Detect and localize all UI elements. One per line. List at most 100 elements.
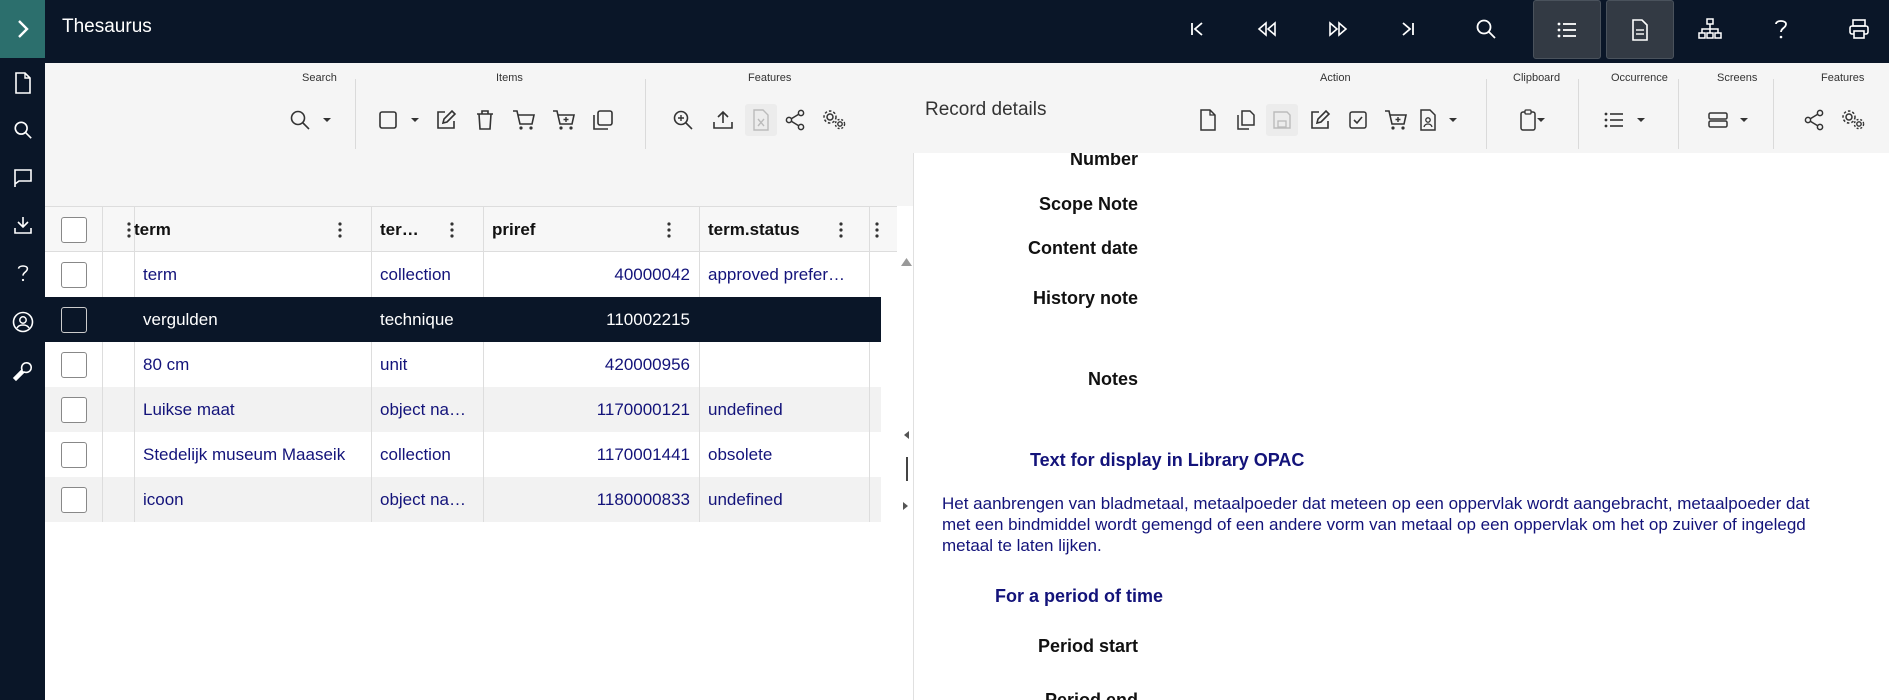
splitter-grip[interactable]: [906, 457, 908, 481]
chevron-down-icon[interactable]: [1536, 115, 1546, 125]
table-row-selected[interactable]: vergulden technique 110002215: [45, 297, 881, 342]
print-button[interactable]: [1837, 7, 1881, 51]
scroll-up-icon[interactable]: [900, 256, 913, 268]
previous-page-icon: [1257, 21, 1276, 37]
column-header-label: term: [134, 219, 171, 239]
last-record-button[interactable]: [1386, 7, 1430, 51]
record-report-button[interactable]: [1412, 104, 1444, 136]
chevron-down-icon[interactable]: [322, 115, 332, 125]
column-header-term-status[interactable]: term.status: [700, 207, 870, 252]
column-menu-icon[interactable]: [875, 221, 879, 239]
cell-term-type: collection: [372, 252, 484, 297]
rail-search-button[interactable]: [0, 110, 45, 150]
save-record-button[interactable]: [1266, 104, 1298, 136]
column-menu-icon[interactable]: [667, 221, 671, 239]
chevron-down-icon[interactable]: [1739, 115, 1749, 125]
screens-button[interactable]: [1702, 104, 1734, 136]
label-notes: Notes: [1087, 369, 1138, 389]
zoom-button[interactable]: [667, 104, 699, 136]
share-button[interactable]: [779, 104, 811, 136]
rail-help-button[interactable]: [0, 253, 45, 293]
next-page-button[interactable]: [1316, 7, 1360, 51]
select-all-button[interactable]: [372, 104, 404, 136]
column-header-term[interactable]: term: [134, 207, 372, 252]
rail-flag-button[interactable]: [0, 158, 45, 198]
label-number: Number: [1069, 153, 1138, 169]
row-checkbox[interactable]: [60, 261, 87, 288]
rail-settings-button[interactable]: [0, 351, 45, 391]
rail-account-button[interactable]: [0, 302, 45, 342]
table-row[interactable]: term collection 40000042 approved prefer…: [45, 252, 881, 297]
table-row[interactable]: Stedelijk museum Maaseik collection 1170…: [45, 432, 881, 477]
row-checkbox[interactable]: [60, 486, 87, 513]
rail-documents-button[interactable]: [0, 63, 45, 103]
row-checkbox[interactable]: [60, 351, 87, 378]
row-checkbox[interactable]: [60, 441, 87, 468]
list-view-button[interactable]: [1533, 0, 1601, 59]
search-icon: [1476, 19, 1496, 39]
cell-term-status: undefined: [700, 387, 870, 432]
flag-icon: [13, 169, 32, 187]
column-menu-icon[interactable]: [127, 221, 131, 239]
settings-button[interactable]: [819, 104, 851, 136]
edit-button[interactable]: [430, 104, 462, 136]
column-header-term-type[interactable]: ter…: [372, 207, 484, 252]
cart-plus-icon: [1385, 110, 1407, 130]
record-share-button[interactable]: [1798, 104, 1830, 136]
row-checkbox[interactable]: [60, 396, 87, 423]
delete-button[interactable]: [469, 104, 501, 136]
search-button[interactable]: [1464, 7, 1508, 51]
hierarchy-button[interactable]: [1688, 7, 1732, 51]
copy-button[interactable]: [587, 104, 619, 136]
record-settings-button[interactable]: [1838, 104, 1870, 136]
edit-record-button[interactable]: [1304, 104, 1336, 136]
table-row[interactable]: Luikse maat object na… 1170000121 undefi…: [45, 387, 881, 432]
column-header-label: ter…: [380, 219, 419, 239]
cell-priref: 110002215: [484, 297, 700, 342]
add-to-cart-button[interactable]: [508, 104, 540, 136]
export-button[interactable]: [707, 104, 739, 136]
table-row[interactable]: icoon object na… 1180000833 undefined: [45, 477, 881, 522]
excel-file-icon: [753, 109, 769, 131]
hierarchy-icon: [1698, 18, 1722, 39]
chevron-right-icon: [17, 20, 29, 38]
collapse-right-icon[interactable]: [902, 501, 910, 511]
table-row[interactable]: 80 cm unit 420000956: [45, 342, 881, 387]
expand-menu-button[interactable]: [0, 0, 45, 58]
help-icon: [1775, 20, 1787, 39]
previous-page-button[interactable]: [1245, 7, 1289, 51]
record-cart-button[interactable]: [1380, 104, 1412, 136]
row-handle-cell: [103, 477, 135, 522]
last-record-icon: [1402, 22, 1414, 36]
help-button[interactable]: [1759, 7, 1803, 51]
document-icon: [14, 72, 31, 94]
column-header-priref[interactable]: priref: [484, 207, 700, 252]
new-record-button[interactable]: [1192, 104, 1224, 136]
duplicate-record-button[interactable]: [1230, 104, 1262, 136]
collapse-left-icon[interactable]: [902, 430, 910, 440]
group-label-occurrence: Occurrence: [1611, 72, 1668, 84]
column-menu-icon[interactable]: [450, 221, 454, 239]
chevron-down-icon[interactable]: [410, 115, 420, 125]
search-menu-button[interactable]: [284, 104, 316, 136]
excel-export-button[interactable]: [745, 104, 777, 136]
column-menu-icon[interactable]: [839, 221, 843, 239]
cell-priref: 420000956: [484, 342, 700, 387]
header-handle-cell: [103, 207, 135, 252]
occurrence-button[interactable]: [1598, 104, 1630, 136]
clipboard-icon: [1520, 109, 1536, 131]
first-record-button[interactable]: [1175, 7, 1219, 51]
record-toolbar: Record details Action Clipboard Occurren…: [913, 63, 1889, 153]
chevron-down-icon[interactable]: [1636, 115, 1646, 125]
app-window: Thesaurus Search Items Features Record d…: [0, 0, 1889, 700]
detail-view-button[interactable]: [1606, 0, 1674, 59]
cart-add-button[interactable]: [548, 104, 580, 136]
cell-term-type: technique: [372, 297, 484, 342]
row-checkbox[interactable]: [60, 306, 87, 333]
chevron-down-icon[interactable]: [1448, 115, 1458, 125]
select-all-checkbox[interactable]: [60, 216, 87, 243]
validate-record-button[interactable]: [1342, 104, 1374, 136]
rail-download-button[interactable]: [0, 205, 45, 245]
column-menu-icon[interactable]: [338, 221, 342, 239]
panel-splitter[interactable]: [900, 206, 913, 700]
